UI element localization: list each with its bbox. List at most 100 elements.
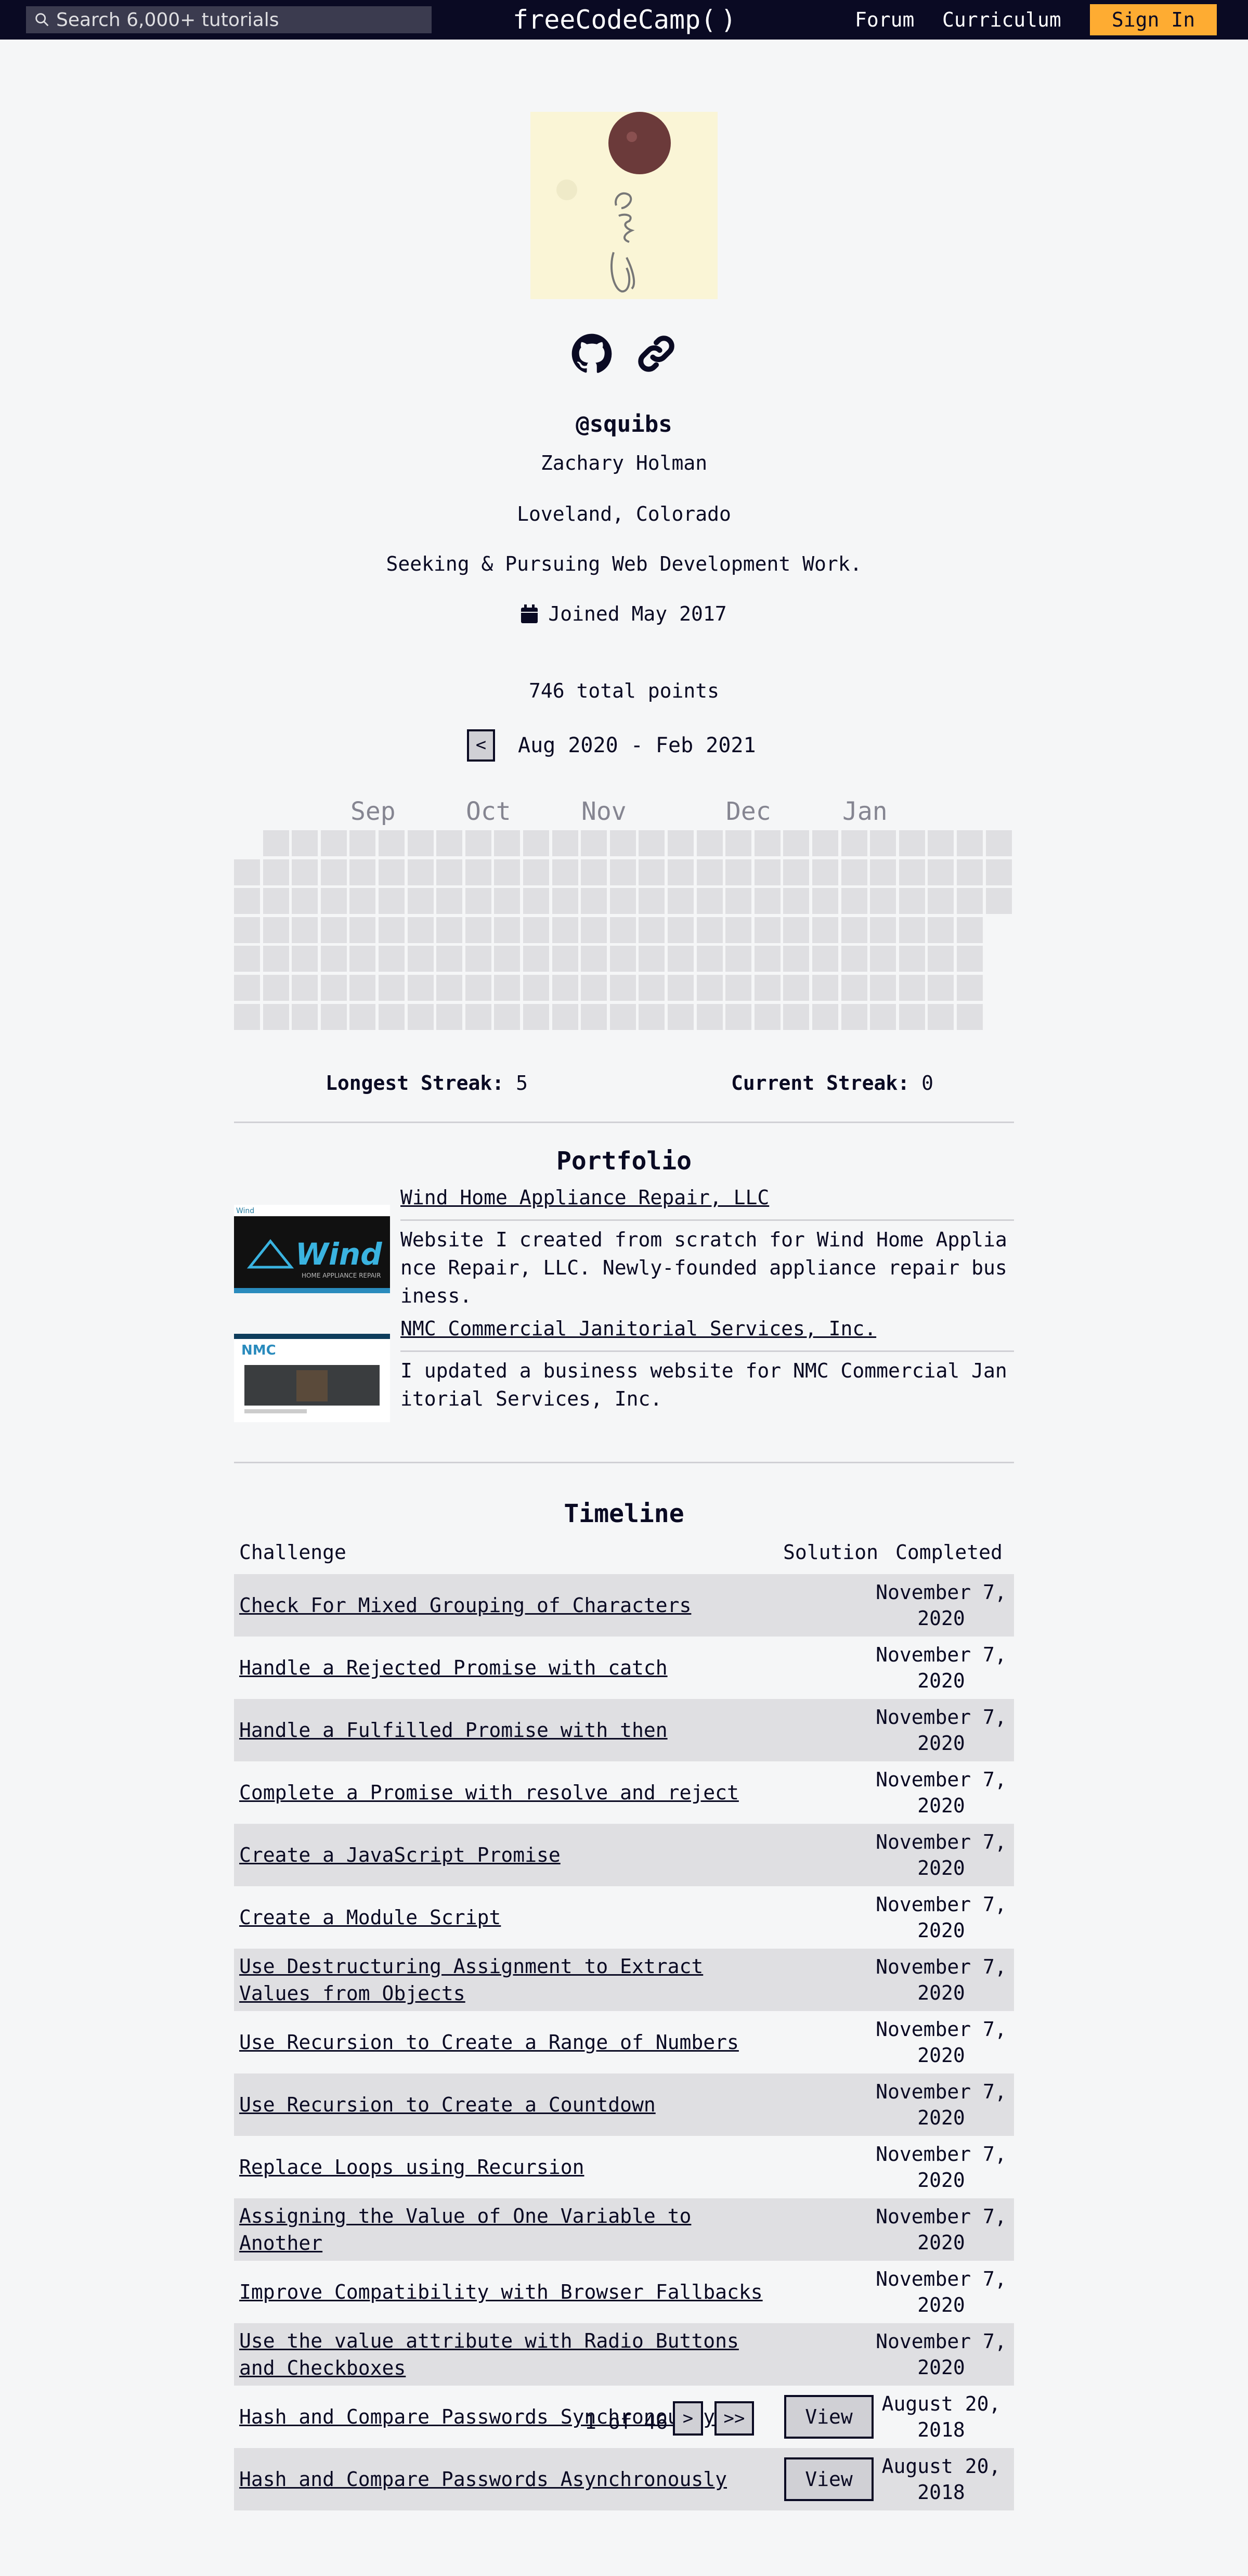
heatmap-day-cell[interactable] bbox=[234, 1004, 260, 1030]
heatmap-day-cell[interactable] bbox=[610, 1004, 636, 1030]
heatmap-day-cell[interactable] bbox=[349, 859, 375, 885]
heatmap-day-cell[interactable] bbox=[581, 859, 607, 885]
heatmap-day-cell[interactable] bbox=[263, 1004, 289, 1030]
heatmap-day-cell[interactable] bbox=[263, 946, 289, 972]
heatmap-day-cell[interactable] bbox=[234, 859, 260, 885]
heatmap-day-cell[interactable] bbox=[957, 888, 983, 914]
heatmap-day-cell[interactable] bbox=[379, 888, 405, 914]
heatmap-day-cell[interactable] bbox=[292, 917, 318, 943]
heatmap-day-cell[interactable] bbox=[928, 946, 954, 972]
heatmap-day-cell[interactable] bbox=[755, 917, 781, 943]
heatmap-day-cell[interactable] bbox=[957, 946, 983, 972]
heatmap-day-cell[interactable] bbox=[552, 1004, 578, 1030]
nav-curriculum-link[interactable]: Curriculum bbox=[942, 7, 1061, 32]
challenge-link[interactable]: Hash and Compare Passwords Asynchronousl… bbox=[239, 2448, 770, 2510]
heatmap-day-cell[interactable] bbox=[870, 859, 896, 885]
heatmap-day-cell[interactable] bbox=[436, 888, 462, 914]
heatmap-day-cell[interactable] bbox=[292, 859, 318, 885]
heatmap-day-cell[interactable] bbox=[581, 946, 607, 972]
heatmap-day-cell[interactable] bbox=[783, 859, 809, 885]
heatmap-day-cell[interactable] bbox=[668, 1004, 694, 1030]
heatmap-day-cell[interactable] bbox=[436, 975, 462, 1001]
heatmap-day-cell[interactable] bbox=[552, 888, 578, 914]
challenge-link[interactable]: Create a JavaScript Promise bbox=[239, 1824, 770, 1886]
heatmap-day-cell[interactable] bbox=[263, 917, 289, 943]
heatmap-day-cell[interactable] bbox=[263, 859, 289, 885]
heatmap-day-cell[interactable] bbox=[321, 917, 347, 943]
heatmap-day-cell[interactable] bbox=[465, 830, 491, 856]
heatmap-day-cell[interactable] bbox=[436, 946, 462, 972]
heatmap-day-cell[interactable] bbox=[639, 975, 665, 1001]
heatmap-day-cell[interactable] bbox=[234, 946, 260, 972]
heatmap-day-cell[interactable] bbox=[379, 830, 405, 856]
heatmap-day-cell[interactable] bbox=[668, 888, 694, 914]
heatmap-day-cell[interactable] bbox=[812, 917, 838, 943]
heatmap-day-cell[interactable] bbox=[234, 975, 260, 1001]
heatmap-day-cell[interactable] bbox=[755, 888, 781, 914]
heatmap-day-cell[interactable] bbox=[349, 1004, 375, 1030]
heatmap-day-cell[interactable] bbox=[292, 830, 318, 856]
heatmap-day-cell[interactable] bbox=[899, 859, 925, 885]
heatmap-day-cell[interactable] bbox=[292, 975, 318, 1001]
heatmap-day-cell[interactable] bbox=[436, 859, 462, 885]
heatmap-day-cell[interactable] bbox=[870, 917, 896, 943]
heatmap-day-cell[interactable] bbox=[755, 830, 781, 856]
heatmap-day-cell[interactable] bbox=[321, 1004, 347, 1030]
heatmap-day-cell[interactable] bbox=[725, 1004, 751, 1030]
heatmap-day-cell[interactable] bbox=[349, 946, 375, 972]
view-solution-button[interactable]: View bbox=[784, 2395, 874, 2439]
heatmap-day-cell[interactable] bbox=[408, 859, 434, 885]
heatmap-day-cell[interactable] bbox=[465, 975, 491, 1001]
heatmap-day-cell[interactable] bbox=[697, 946, 723, 972]
heatmap-day-cell[interactable] bbox=[321, 946, 347, 972]
heatmap-day-cell[interactable] bbox=[552, 946, 578, 972]
challenge-link[interactable]: Complete a Promise with resolve and reje… bbox=[239, 1761, 770, 1824]
heatmap-day-cell[interactable] bbox=[552, 975, 578, 1001]
heatmap-day-cell[interactable] bbox=[523, 859, 549, 885]
heatmap-prev-button[interactable]: < bbox=[467, 729, 495, 762]
heatmap-day-cell[interactable] bbox=[697, 859, 723, 885]
heatmap-day-cell[interactable] bbox=[870, 830, 896, 856]
heatmap-day-cell[interactable] bbox=[841, 917, 867, 943]
challenge-link[interactable]: Use Destructuring Assignment to Extract … bbox=[239, 1949, 770, 2011]
link-icon[interactable] bbox=[635, 333, 677, 375]
heatmap-day-cell[interactable] bbox=[523, 917, 549, 943]
heatmap-day-cell[interactable] bbox=[465, 1004, 491, 1030]
heatmap-day-cell[interactable] bbox=[986, 859, 1012, 885]
heatmap-day-cell[interactable] bbox=[783, 917, 809, 943]
heatmap-day-cell[interactable] bbox=[292, 946, 318, 972]
heatmap-day-cell[interactable] bbox=[523, 888, 549, 914]
heatmap-day-cell[interactable] bbox=[812, 888, 838, 914]
heatmap-day-cell[interactable] bbox=[928, 859, 954, 885]
search-input[interactable] bbox=[56, 9, 420, 31]
heatmap-day-cell[interactable] bbox=[349, 830, 375, 856]
heatmap-day-cell[interactable] bbox=[639, 946, 665, 972]
heatmap-day-cell[interactable] bbox=[639, 1004, 665, 1030]
heatmap-day-cell[interactable] bbox=[668, 830, 694, 856]
heatmap-day-cell[interactable] bbox=[899, 917, 925, 943]
heatmap-day-cell[interactable] bbox=[755, 975, 781, 1001]
heatmap-day-cell[interactable] bbox=[755, 946, 781, 972]
heatmap-day-cell[interactable] bbox=[697, 888, 723, 914]
heatmap-day-cell[interactable] bbox=[349, 975, 375, 1001]
heatmap-day-cell[interactable] bbox=[581, 888, 607, 914]
heatmap-day-cell[interactable] bbox=[812, 859, 838, 885]
heatmap-day-cell[interactable] bbox=[725, 946, 751, 972]
heatmap-day-cell[interactable] bbox=[321, 830, 347, 856]
heatmap-day-cell[interactable] bbox=[783, 888, 809, 914]
heatmap-day-cell[interactable] bbox=[349, 888, 375, 914]
heatmap-day-cell[interactable] bbox=[263, 975, 289, 1001]
heatmap-day-cell[interactable] bbox=[957, 830, 983, 856]
heatmap-day-cell[interactable] bbox=[668, 975, 694, 1001]
heatmap-day-cell[interactable] bbox=[928, 1004, 954, 1030]
heatmap-day-cell[interactable] bbox=[870, 946, 896, 972]
heatmap-day-cell[interactable] bbox=[870, 975, 896, 1001]
heatmap-day-cell[interactable] bbox=[408, 830, 434, 856]
heatmap-day-cell[interactable] bbox=[639, 917, 665, 943]
heatmap-day-cell[interactable] bbox=[379, 1004, 405, 1030]
heatmap-day-cell[interactable] bbox=[725, 917, 751, 943]
heatmap-day-cell[interactable] bbox=[725, 975, 751, 1001]
heatmap-day-cell[interactable] bbox=[494, 859, 520, 885]
heatmap-day-cell[interactable] bbox=[725, 859, 751, 885]
heatmap-day-cell[interactable] bbox=[494, 917, 520, 943]
